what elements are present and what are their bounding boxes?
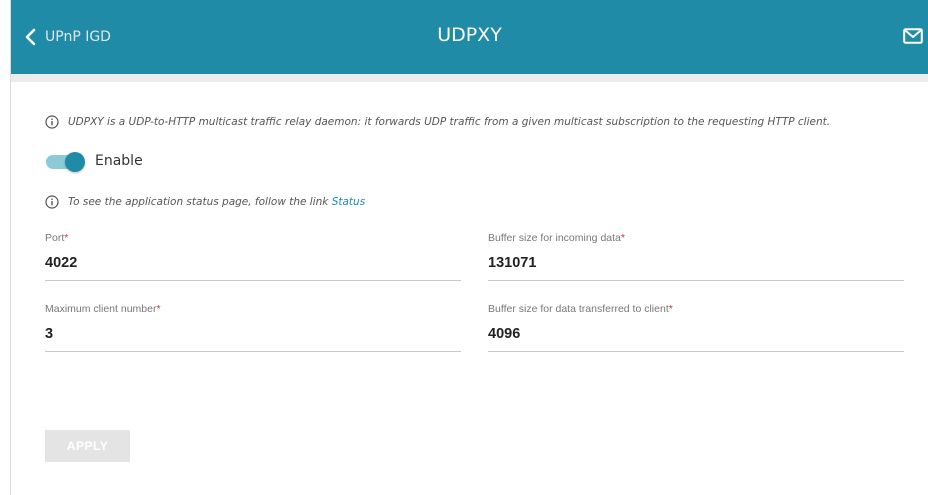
buffer-outgoing-underline [488, 351, 904, 352]
apply-button[interactable]: APPLY [45, 430, 130, 462]
buffer-incoming-underline [488, 280, 904, 281]
status-link[interactable]: Status [332, 196, 365, 208]
port-field: Port* [45, 232, 461, 281]
required-mark: * [620, 232, 625, 244]
port-label: Port* [45, 232, 461, 246]
settings-card: UDPXY is a UDP-to-HTTP multicast traffic… [11, 82, 928, 495]
enable-toggle[interactable] [44, 152, 86, 172]
status-hint: To see the application status page, foll… [68, 196, 332, 208]
status-hint-text: To see the application status page, foll… [68, 196, 365, 208]
buffer-outgoing-field: Buffer size for data transferred to clie… [488, 303, 904, 352]
buffer-incoming-label: Buffer size for incoming data* [488, 232, 904, 246]
page-title: UDPXY [437, 24, 502, 46]
max-clients-label-text: Maximum client number [45, 303, 157, 315]
max-clients-input[interactable] [45, 325, 461, 343]
max-clients-underline [45, 351, 461, 352]
buffer-outgoing-label-text: Buffer size for data transferred to clie… [488, 303, 669, 315]
port-underline [45, 280, 461, 281]
toggle-knob [65, 152, 85, 172]
header-bar: UPnP IGD UDPXY [11, 0, 928, 74]
status-note: To see the application status page, foll… [45, 195, 365, 209]
description-text: UDPXY is a UDP-to-HTTP multicast traffic… [68, 116, 831, 128]
info-icon [45, 195, 59, 209]
mail-icon [903, 28, 923, 44]
buffer-outgoing-label: Buffer size for data transferred to clie… [488, 303, 904, 317]
max-clients-label: Maximum client number* [45, 303, 461, 317]
port-label-text: Port [45, 232, 65, 244]
description-note: UDPXY is a UDP-to-HTTP multicast traffic… [45, 115, 830, 129]
required-mark: * [668, 303, 673, 315]
port-input[interactable] [45, 254, 461, 272]
buffer-outgoing-input[interactable] [488, 325, 904, 343]
max-clients-field: Maximum client number* [45, 303, 461, 352]
mail-button[interactable] [903, 28, 923, 49]
header-shadow-bar [11, 74, 928, 82]
buffer-incoming-input[interactable] [488, 254, 904, 272]
required-mark: * [64, 232, 69, 244]
info-icon [45, 115, 59, 129]
buffer-incoming-field: Buffer size for incoming data* [488, 232, 904, 281]
buffer-incoming-label-text: Buffer size for incoming data [488, 232, 621, 244]
enable-label: Enable [95, 153, 143, 169]
required-mark: * [156, 303, 161, 315]
